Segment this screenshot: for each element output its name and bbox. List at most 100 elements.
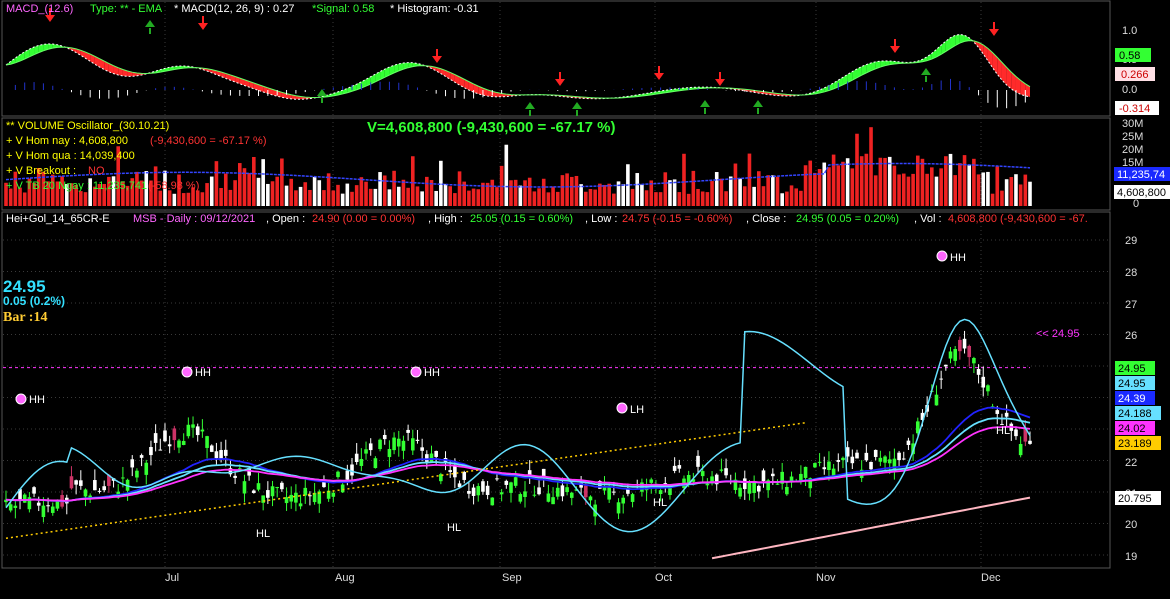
candle-body	[471, 487, 476, 496]
candle-body	[252, 490, 256, 493]
candle-body	[167, 444, 172, 447]
candle-body	[953, 349, 957, 361]
candle-body	[200, 429, 205, 432]
volume-bar	[682, 153, 686, 206]
candle-body	[280, 482, 284, 490]
candle-body	[939, 378, 943, 380]
candle-body	[340, 484, 345, 493]
volume-bar	[574, 175, 579, 206]
volume-yesterday: + V Hom qua : 14,039,400	[6, 150, 135, 162]
volume-bar	[976, 174, 981, 206]
candle-body	[607, 487, 611, 500]
candle-body	[509, 482, 513, 493]
volume-bar	[504, 144, 509, 206]
macd-tick-label: 0.0	[1122, 84, 1137, 96]
volume-bar	[331, 190, 336, 206]
price-tick-label: 26	[1125, 330, 1137, 342]
volume-bar	[831, 154, 836, 206]
volume-bar	[644, 190, 649, 206]
volume-bar	[780, 193, 784, 206]
volume-bar	[237, 163, 242, 206]
candle-body	[8, 504, 13, 511]
candle-body	[836, 460, 841, 462]
price-tick-label: 28	[1125, 267, 1137, 279]
candle-body	[373, 458, 378, 469]
volume-bar	[387, 189, 392, 206]
volume-bar	[294, 190, 298, 206]
volume-bar	[214, 161, 219, 206]
sell-arrow	[555, 79, 565, 86]
volume-bar	[448, 186, 453, 206]
volume-bar	[420, 191, 424, 206]
volume-bar	[359, 177, 364, 206]
volume-bar	[738, 178, 742, 206]
volume-bar	[958, 163, 962, 206]
x-axis: Jul Aug Sep Oct Nov Dec	[165, 572, 1001, 584]
candle-body	[74, 480, 78, 485]
volume-bar	[864, 153, 869, 206]
volume-bar	[883, 157, 887, 206]
candle-body	[1018, 444, 1023, 456]
candle-body	[69, 476, 74, 489]
buy-arrow	[317, 89, 327, 96]
volume-bar	[354, 185, 359, 206]
candle-body	[948, 351, 953, 359]
candle-body	[331, 492, 336, 497]
candle-body	[322, 481, 326, 488]
volume-bar	[443, 183, 448, 206]
candle-body	[677, 465, 682, 469]
candle-body	[887, 459, 892, 464]
badge-cyan-ma: 24.188	[1118, 408, 1152, 420]
candle-body	[827, 461, 831, 470]
candle-body	[186, 424, 191, 437]
buy-arrow	[753, 100, 763, 107]
candle-body	[163, 430, 167, 442]
last-price-marker: << 24.95	[1036, 328, 1079, 340]
volume-bar	[808, 160, 813, 206]
candle-body	[36, 502, 41, 506]
volume-bar	[925, 173, 929, 206]
candle-body	[878, 457, 883, 462]
candle-body	[41, 505, 46, 518]
badge-volume-avg: 11,235,74	[1117, 169, 1165, 181]
volume-title: ** VOLUME Oscillator_(30.10.21)	[6, 120, 169, 132]
volume-bar	[340, 193, 345, 206]
volume-bar	[700, 191, 705, 206]
volume-bar	[710, 181, 714, 206]
candle-body	[490, 497, 495, 506]
volume-bar	[181, 193, 186, 206]
candle-body	[672, 465, 677, 471]
volume-bar	[672, 179, 677, 206]
candle-body	[50, 506, 55, 513]
volume-bar	[822, 162, 827, 206]
volume-bar	[425, 176, 429, 206]
candle-body	[382, 434, 387, 440]
candle-body	[177, 440, 181, 448]
low-label: , Low :	[585, 213, 617, 225]
volume-bar	[640, 184, 644, 206]
candle-body	[630, 494, 635, 502]
volume-bar	[696, 188, 700, 206]
candle-body	[1014, 429, 1018, 437]
high-label: , High :	[428, 213, 463, 225]
sell-arrow	[198, 23, 208, 30]
volume-bar	[836, 165, 841, 206]
volume-bar	[303, 182, 308, 206]
candle-body	[209, 445, 214, 452]
candle-body	[462, 471, 467, 480]
macd-legend-hist: * Histogram: -0.31	[390, 3, 479, 15]
candle-body	[97, 490, 102, 492]
candle-body	[354, 453, 359, 463]
volume-bar	[607, 183, 611, 206]
volume-bar	[546, 192, 551, 206]
volume-bar	[280, 158, 284, 206]
volume-bar	[439, 160, 443, 206]
volume-bar	[22, 192, 27, 206]
candle-body	[153, 433, 158, 443]
sell-arrow	[989, 29, 999, 36]
volume-bar	[635, 173, 640, 206]
volume-bar	[471, 188, 476, 206]
volume-bar	[906, 176, 911, 206]
candle-body	[191, 424, 195, 428]
volume-bar	[565, 173, 569, 206]
